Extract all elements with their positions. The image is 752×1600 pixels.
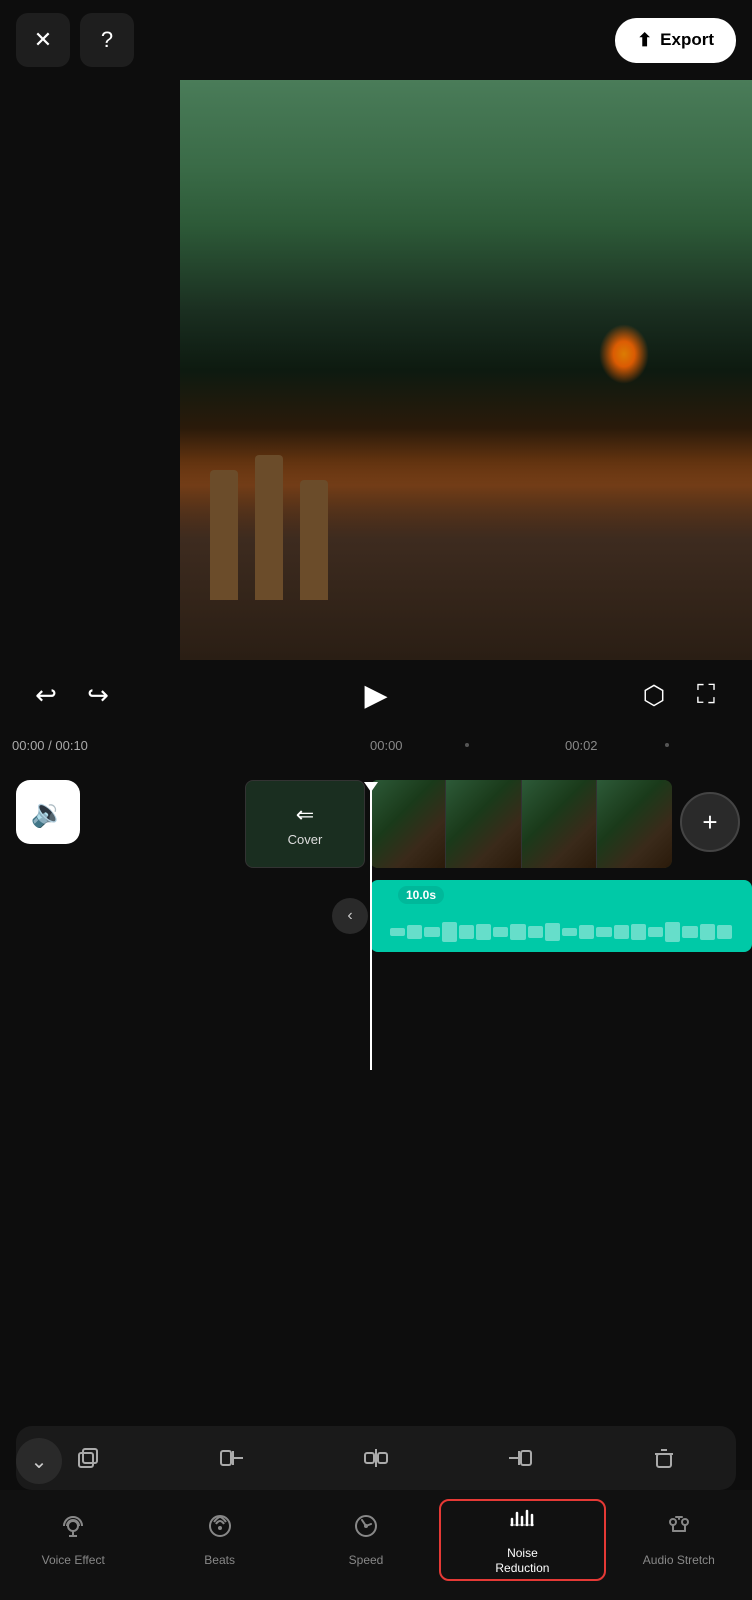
wave-bar xyxy=(700,924,715,940)
audio-waveform xyxy=(390,920,732,944)
wave-bar xyxy=(545,923,560,941)
time-display: 00:00 / 00:10 xyxy=(12,738,88,753)
bottom-nav: Voice Effect Beats Speed xyxy=(0,1490,752,1600)
split-action[interactable] xyxy=(304,1426,448,1490)
collapse-audio-button[interactable]: ‹ xyxy=(332,898,368,934)
audio-stretch-label: Audio Stretch xyxy=(643,1553,715,1567)
help-button[interactable]: ? xyxy=(80,13,134,67)
voice-effect-label: Voice Effect xyxy=(42,1553,105,1567)
time-label-0: 00:00 xyxy=(370,738,403,753)
wave-bar xyxy=(579,925,594,939)
track-container: 🔉 ⇐ Cover + ‹ 10.0s xyxy=(0,760,752,1070)
bottom-toolbar xyxy=(16,1426,736,1490)
chevron-down-icon: ⌄ xyxy=(31,1449,48,1474)
redo-button[interactable]: ↪ xyxy=(76,673,120,717)
wave-bar xyxy=(424,927,439,938)
top-bar-left-buttons: ✕ ? xyxy=(16,13,134,67)
ctrl-group-right: ⬡ ⛶ xyxy=(632,673,728,717)
video-clips-strip[interactable] xyxy=(370,780,672,868)
add-clip-button[interactable]: + xyxy=(680,792,740,852)
cover-clip-label: Cover xyxy=(288,832,323,847)
ctrl-group-left: ↩ ↪ xyxy=(24,673,120,717)
time-dot-3s xyxy=(665,743,669,747)
speed-label: Speed xyxy=(349,1553,384,1567)
playhead xyxy=(370,790,372,1070)
time-label-2s: 00:02 xyxy=(565,738,598,753)
playhead-triangle xyxy=(364,782,378,792)
video-clip-thumb-3 xyxy=(522,780,598,868)
top-bar: ✕ ? ⬆ Export xyxy=(0,0,752,80)
audio-track[interactable]: ‹ 10.0s xyxy=(350,880,752,952)
video-frame xyxy=(180,80,752,660)
keyframe-button[interactable]: ⬡ xyxy=(632,673,676,717)
nav-item-beats[interactable]: Beats xyxy=(146,1512,292,1567)
time-dot-1 xyxy=(465,743,469,747)
wave-bar xyxy=(442,922,457,941)
wave-bar xyxy=(476,924,491,941)
wave-bar xyxy=(665,922,680,941)
wave-bar xyxy=(717,925,732,938)
chevron-down-button[interactable]: ⌄ xyxy=(16,1438,62,1484)
audio-track-bar: 10.0s xyxy=(370,880,752,952)
voice-effect-icon xyxy=(59,1512,87,1547)
video-clip-thumb-4 xyxy=(597,780,672,868)
wave-bar xyxy=(614,925,629,938)
cover-clip-icon: ⇐ xyxy=(296,802,314,828)
wave-bar xyxy=(631,924,646,941)
playback-controls: ↩ ↪ ▶ ⬡ ⛶ xyxy=(0,660,752,730)
wave-bar xyxy=(562,928,577,936)
wave-bar xyxy=(596,927,611,938)
timeline-area: 00:00 / 00:10 00:00 00:02 🔉 ⇐ Cover + xyxy=(0,730,752,1070)
wave-bar xyxy=(528,926,543,938)
fullscreen-button[interactable]: ⛶ xyxy=(684,673,728,717)
trim-end-action[interactable] xyxy=(448,1426,592,1490)
audio-stretch-icon xyxy=(665,1512,693,1547)
nav-item-voice-effect[interactable]: Voice Effect xyxy=(0,1512,146,1567)
nav-item-audio-stretch[interactable]: Audio Stretch xyxy=(606,1512,752,1567)
fence-post xyxy=(300,480,328,600)
left-panel xyxy=(0,80,180,660)
export-button[interactable]: ⬆ Export xyxy=(615,18,736,63)
noise-reduction-icon xyxy=(508,1505,536,1540)
fence-post xyxy=(210,470,238,600)
wave-bar xyxy=(493,927,508,937)
wave-bar xyxy=(407,925,422,939)
wave-bar xyxy=(459,925,474,938)
video-preview xyxy=(180,80,752,660)
video-clip-thumb-1 xyxy=(370,780,446,868)
delete-action[interactable] xyxy=(592,1426,736,1490)
audio-duration-badge: 10.0s xyxy=(398,886,444,904)
export-label: Export xyxy=(660,30,714,50)
fence-area xyxy=(180,460,752,660)
fence-post xyxy=(255,455,283,600)
export-icon: ⬆ xyxy=(637,30,652,51)
beats-icon xyxy=(206,1512,234,1547)
speed-icon xyxy=(352,1512,380,1547)
beats-label: Beats xyxy=(204,1553,235,1567)
play-button[interactable]: ▶ xyxy=(354,673,398,717)
wave-bar xyxy=(510,924,525,940)
wave-bar xyxy=(648,927,663,937)
noise-reduction-label: NoiseReduction xyxy=(495,1546,549,1575)
undo-button[interactable]: ↩ xyxy=(24,673,68,717)
trim-start-action[interactable] xyxy=(160,1426,304,1490)
cover-clip[interactable]: ⇐ Cover xyxy=(245,780,365,868)
volume-track-icon[interactable]: 🔉 xyxy=(16,780,80,844)
lantern-glow xyxy=(599,324,649,384)
video-clip-thumb-2 xyxy=(446,780,522,868)
nav-item-speed[interactable]: Speed xyxy=(293,1512,439,1567)
wave-bar xyxy=(682,926,697,938)
close-button[interactable]: ✕ xyxy=(16,13,70,67)
timeline-ruler: 00:00 / 00:10 00:00 00:02 xyxy=(0,730,752,760)
nav-item-noise-reduction[interactable]: NoiseReduction xyxy=(439,1499,605,1581)
wave-bar xyxy=(390,928,405,935)
